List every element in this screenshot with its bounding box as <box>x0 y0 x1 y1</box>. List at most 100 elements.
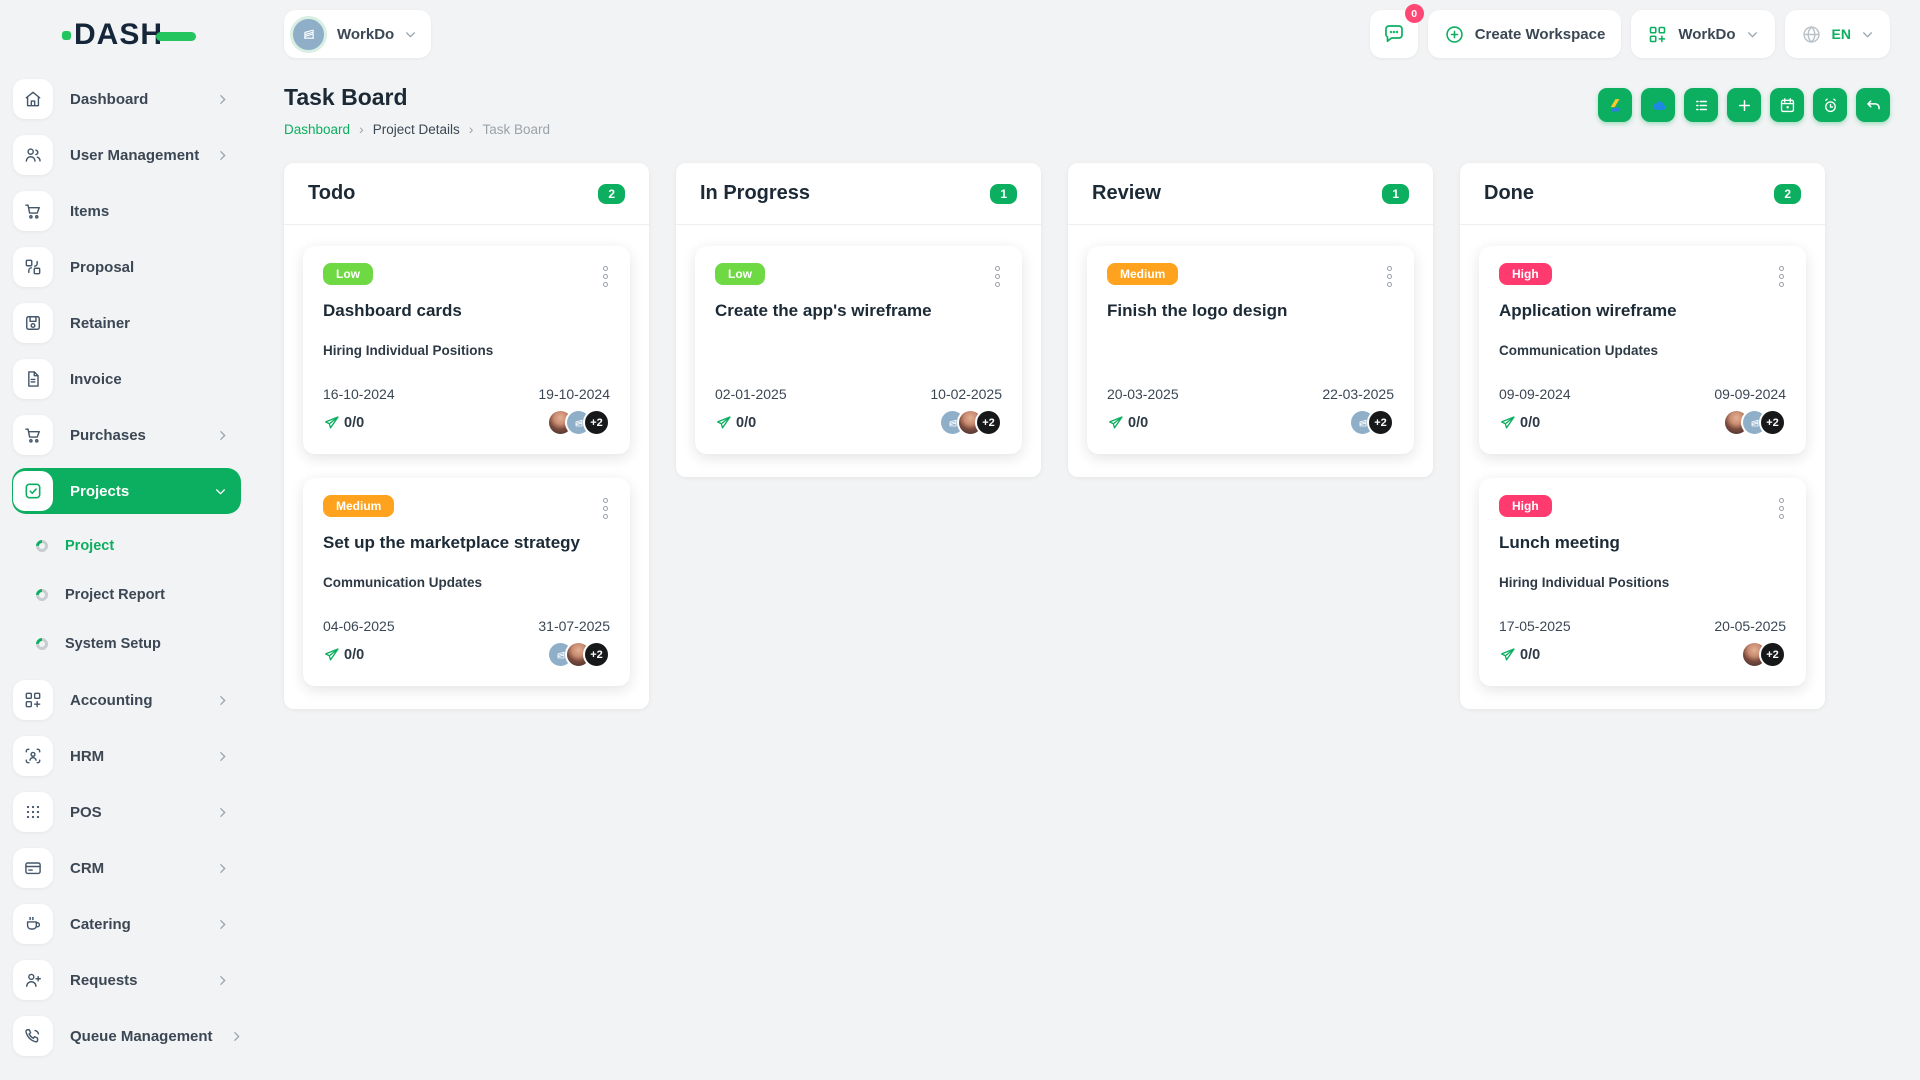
chevron-right-icon <box>216 149 229 162</box>
priority-badge: Medium <box>323 495 395 517</box>
chevron-right-icon <box>216 429 229 442</box>
chevron-right-icon <box>216 918 229 931</box>
sidebar-item-items[interactable]: Items <box>12 188 241 234</box>
task-title: Set up the marketplace strategy <box>323 533 580 552</box>
language-selector[interactable]: EN <box>1784 10 1890 58</box>
page-header: Task Board Dashboard › Project Details ›… <box>284 84 1890 137</box>
sidebar-item-catering[interactable]: Catering <box>12 901 241 947</box>
sidebar-item-crm[interactable]: CRM <box>12 845 241 891</box>
board-toolbar <box>1598 88 1890 122</box>
sidebar-item-queue-management[interactable]: Queue Management <box>12 1013 241 1059</box>
timer-button[interactable] <box>1813 88 1847 122</box>
card-menu-button[interactable] <box>601 495 610 522</box>
list-view-button[interactable] <box>1684 88 1718 122</box>
task-start-date: 17-05-2025 <box>1499 618 1571 634</box>
workspace-switcher[interactable]: WorkDo <box>284 10 432 58</box>
sidebar-item-requests[interactable]: Requests <box>12 957 241 1003</box>
sidebar-item-invoice[interactable]: Invoice <box>12 356 241 402</box>
chat-bubble-icon <box>1382 22 1406 46</box>
chevron-right-icon <box>230 1030 243 1043</box>
progress-ring-icon <box>33 537 51 555</box>
apps-menu-button[interactable]: WorkDo <box>1631 10 1775 58</box>
sidebar-item-pos[interactable]: POS <box>12 789 241 835</box>
breadcrumb-dashboard-link[interactable]: Dashboard <box>284 122 350 137</box>
sidebar-item-label: Catering <box>70 915 131 933</box>
card-menu-button[interactable] <box>993 263 1002 290</box>
avatar-more-badge: +2 <box>583 641 610 668</box>
task-milestone: Communication Updates <box>1499 343 1659 358</box>
sidebar-item-hrm[interactable]: HRM <box>12 733 241 779</box>
onedrive-button[interactable] <box>1641 88 1675 122</box>
plus-icon <box>1735 96 1754 115</box>
assignee-avatars: +2 <box>1349 409 1394 436</box>
user-scan-icon <box>13 736 53 776</box>
card-menu-button[interactable] <box>1777 495 1786 522</box>
chevron-right-icon <box>216 806 229 819</box>
task-title: Finish the logo design <box>1107 301 1288 320</box>
list-icon <box>1692 96 1711 115</box>
back-button[interactable] <box>1856 88 1890 122</box>
sidebar-item-user-management[interactable]: User Management <box>12 132 241 178</box>
column-count-badge: 2 <box>598 183 625 204</box>
avatar-more-badge: +2 <box>1759 409 1786 436</box>
chevron-right-icon <box>216 974 229 987</box>
alarm-icon <box>1821 96 1840 115</box>
submenu-item-system-setup[interactable]: System Setup <box>12 624 241 664</box>
create-workspace-label: Create Workspace <box>1474 25 1606 43</box>
avatar-more-badge: +2 <box>583 409 610 436</box>
sidebar-item-proposal[interactable]: Proposal <box>12 244 241 290</box>
grid-plus-icon <box>1647 24 1668 45</box>
sidebar-item-dashboard[interactable]: Dashboard <box>12 76 241 122</box>
submenu-item-project[interactable]: Project <box>12 526 241 566</box>
column-header: In Progress 1 <box>676 163 1041 225</box>
undo-icon <box>1864 96 1883 115</box>
send-icon <box>1500 415 1515 429</box>
task-card[interactable]: Low Create the app's wireframe 02-01-202… <box>695 246 1022 454</box>
sidebar-item-accounting[interactable]: Accounting <box>12 677 241 723</box>
priority-badge: High <box>1499 495 1552 517</box>
google-drive-button[interactable] <box>1598 88 1632 122</box>
messages-button[interactable]: 0 <box>1369 4 1424 58</box>
google-drive-icon <box>1606 96 1625 115</box>
add-task-button[interactable] <box>1727 88 1761 122</box>
task-due-date: 09-09-2024 <box>1714 386 1786 402</box>
task-card[interactable]: Low Dashboard cards Hiring Individual Po… <box>303 246 630 454</box>
card-menu-button[interactable] <box>1777 263 1786 290</box>
chevron-right-icon <box>216 750 229 763</box>
chevron-down-icon <box>214 485 227 498</box>
task-card[interactable]: High Application wireframe Communication… <box>1479 246 1806 454</box>
logo-dash-icon <box>156 31 197 41</box>
card-menu-button[interactable] <box>601 263 610 290</box>
priority-badge: High <box>1499 263 1552 285</box>
column-count-badge: 2 <box>1774 183 1801 204</box>
sidebar-item-purchases[interactable]: Purchases <box>12 412 241 458</box>
card-menu-button[interactable] <box>1385 263 1394 290</box>
task-progress: 0/0 <box>323 414 364 432</box>
task-card[interactable]: High Lunch meeting Hiring Individual Pos… <box>1479 478 1806 686</box>
column-body: High Application wireframe Communication… <box>1460 225 1825 709</box>
sidebar-item-label: Purchases <box>70 426 146 444</box>
save-icon <box>13 303 53 343</box>
calendar-button[interactable] <box>1770 88 1804 122</box>
task-milestone: Hiring Individual Positions <box>1499 575 1670 590</box>
chevron-right-icon <box>216 93 229 106</box>
chevron-right-icon <box>216 694 229 707</box>
breadcrumb-project-details-link[interactable]: Project Details <box>373 122 460 137</box>
submenu-item-project-report[interactable]: Project Report <box>12 575 241 615</box>
sidebar: DASH Dashboard User Management Items Pro… <box>0 0 253 1080</box>
sidebar-item-retainer[interactable]: Retainer <box>12 300 241 346</box>
users-icon <box>13 135 53 175</box>
globe-icon <box>1801 24 1822 45</box>
task-card[interactable]: Medium Set up the marketplace strategy C… <box>303 478 630 686</box>
submenu-item-label: System Setup <box>65 636 161 652</box>
coffee-icon <box>13 904 53 944</box>
column-title: Done <box>1484 182 1534 204</box>
sidebar-item-projects[interactable]: Projects <box>12 468 241 514</box>
sidebar-item-label: POS <box>70 803 102 821</box>
task-card[interactable]: Medium Finish the logo design 20-03-2025… <box>1087 246 1414 454</box>
kanban-column-in-progress: In Progress 1 Low Create the app's wiref… <box>676 163 1041 477</box>
avatar-more-badge: +2 <box>1367 409 1394 436</box>
brand-logo[interactable]: DASH <box>62 20 253 50</box>
task-milestone: Hiring Individual Positions <box>323 343 494 358</box>
create-workspace-button[interactable]: Create Workspace <box>1427 10 1622 58</box>
